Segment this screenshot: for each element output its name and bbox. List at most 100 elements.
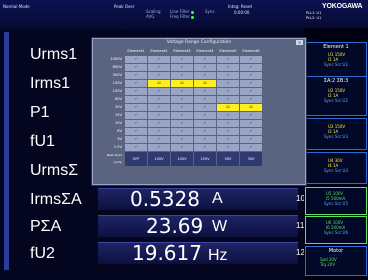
element4-box[interactable]: U4 30V I4 1A Sync Src:U4 bbox=[305, 152, 367, 184]
range-checkbox[interactable]: ✓ bbox=[171, 72, 193, 79]
element6-box[interactable]: U6 100V I6 500mA Sync Src:U6 bbox=[305, 216, 367, 244]
range-checkbox[interactable]: ✓ bbox=[171, 104, 193, 111]
range-checkbox[interactable]: ✓ bbox=[148, 136, 170, 143]
check-icon: ✓ bbox=[249, 57, 253, 61]
peak-over-jump-cell[interactable]: 150V bbox=[148, 152, 170, 166]
range-checkbox[interactable]: ✓ bbox=[125, 64, 147, 71]
range-checkbox[interactable]: ✓ bbox=[171, 64, 193, 71]
range-checkbox[interactable]: ✓ bbox=[240, 136, 262, 143]
motor-range-line: Trq 20V bbox=[320, 262, 336, 267]
range-checkbox[interactable]: ✓ bbox=[240, 112, 262, 119]
peak-over-jump-cell[interactable]: 30V bbox=[217, 152, 239, 166]
range-checkbox[interactable]: ✓ bbox=[217, 88, 239, 95]
range-checkbox[interactable]: ✓ bbox=[217, 144, 239, 151]
range-checkbox[interactable]: ✓ bbox=[194, 112, 216, 119]
range-checkbox[interactable]: ✓ bbox=[148, 144, 170, 151]
range-checkbox[interactable]: ✓ bbox=[217, 136, 239, 143]
range-checkbox[interactable]: ✓ bbox=[217, 64, 239, 71]
peak-over-jump-cell[interactable]: 30V bbox=[240, 152, 262, 166]
range-checkbox[interactable]: ✓ bbox=[171, 136, 193, 143]
range-checkbox[interactable]: ✓ bbox=[217, 56, 239, 63]
range-checkbox[interactable]: ✓ bbox=[125, 72, 147, 79]
motor-box[interactable]: Motor Spd 20V Trq 20V bbox=[305, 246, 367, 276]
range-checkbox[interactable]: ✓ bbox=[240, 88, 262, 95]
range-checkbox[interactable]: ✓ bbox=[125, 56, 147, 63]
range-checkbox[interactable]: ✓ bbox=[171, 96, 193, 103]
range-checkbox[interactable]: ✓ bbox=[240, 144, 262, 151]
range-checkbox[interactable]: ✓ bbox=[148, 104, 170, 111]
range-checkbox[interactable]: ✓ bbox=[148, 96, 170, 103]
range-checkbox[interactable]: ✓ bbox=[171, 112, 193, 119]
range-checkbox[interactable]: ✓ bbox=[125, 96, 147, 103]
checked-box-icon: ☑ bbox=[180, 81, 184, 85]
range-checkbox[interactable]: ✓ bbox=[125, 104, 147, 111]
dialog-title: Voltage Range Configuration bbox=[166, 40, 232, 45]
range-checkbox[interactable]: ✓ bbox=[240, 64, 262, 71]
range-checkbox[interactable]: ✓ bbox=[148, 88, 170, 95]
range-checkbox[interactable]: ✓ bbox=[194, 120, 216, 127]
range-checkbox[interactable]: ✓ bbox=[240, 96, 262, 103]
range-checkbox[interactable]: ✓ bbox=[194, 144, 216, 151]
range-checkbox[interactable]: ✓ bbox=[217, 80, 239, 87]
range-checkbox[interactable]: ✓ bbox=[240, 120, 262, 127]
range-checkbox[interactable]: ☑ bbox=[171, 80, 193, 87]
range-checkbox[interactable]: ✓ bbox=[240, 80, 262, 87]
range-checkbox[interactable]: ✓ bbox=[125, 136, 147, 143]
range-checkbox[interactable]: ✓ bbox=[148, 128, 170, 135]
range-checkbox[interactable]: ✓ bbox=[125, 112, 147, 119]
range-checkbox[interactable]: ✓ bbox=[194, 96, 216, 103]
range-label: 3V bbox=[117, 137, 122, 141]
range-checkbox[interactable]: ✓ bbox=[125, 144, 147, 151]
range-checkbox[interactable]: ✓ bbox=[125, 80, 147, 87]
range-checkbox[interactable]: ✓ bbox=[171, 88, 193, 95]
check-icon: ✓ bbox=[157, 89, 161, 93]
range-checkbox[interactable]: ✓ bbox=[194, 56, 216, 63]
check-icon: ✓ bbox=[134, 89, 138, 93]
range-checkbox[interactable]: ✓ bbox=[148, 112, 170, 119]
range-checkbox[interactable]: ✓ bbox=[125, 88, 147, 95]
peak-over-jump-cell[interactable]: 150V bbox=[194, 152, 216, 166]
range-checkbox[interactable]: ✓ bbox=[194, 136, 216, 143]
peak-over-jump-cell[interactable]: 150V bbox=[171, 152, 193, 166]
element2-box[interactable]: ΣA:2 ΣB:3 U2 150V I2 1A Sync Src:U2 bbox=[305, 76, 367, 116]
range-checkbox[interactable]: ☑ bbox=[217, 104, 239, 111]
element1-header: Element 1 bbox=[323, 44, 349, 50]
check-icon: ✓ bbox=[226, 97, 230, 101]
element5-box[interactable]: U5 100V I5 500mA Sync Src:U5 bbox=[305, 187, 367, 215]
range-checkbox[interactable]: ✓ bbox=[240, 56, 262, 63]
voltage-range-dialog: Voltage Range Configuration × Element1 E… bbox=[92, 38, 306, 185]
check-icon: ✓ bbox=[180, 129, 184, 133]
range-checkbox[interactable]: ✓ bbox=[194, 72, 216, 79]
range-checkbox[interactable]: ✓ bbox=[171, 128, 193, 135]
check-icon: ✓ bbox=[180, 121, 184, 125]
range-checkbox[interactable]: ✓ bbox=[194, 64, 216, 71]
range-checkbox[interactable]: ✓ bbox=[217, 120, 239, 127]
range-checkbox[interactable]: ✓ bbox=[194, 128, 216, 135]
range-checkbox[interactable]: ✓ bbox=[171, 56, 193, 63]
check-icon: ✓ bbox=[180, 97, 184, 101]
range-checkbox[interactable]: ✓ bbox=[217, 72, 239, 79]
range-checkbox[interactable]: ☑ bbox=[148, 80, 170, 87]
range-checkbox[interactable]: ✓ bbox=[125, 128, 147, 135]
range-checkbox[interactable]: ✓ bbox=[148, 120, 170, 127]
range-checkbox[interactable]: ☑ bbox=[240, 104, 262, 111]
range-checkbox[interactable]: ✓ bbox=[148, 56, 170, 63]
range-checkbox[interactable]: ✓ bbox=[148, 64, 170, 71]
range-checkbox[interactable]: ✓ bbox=[240, 128, 262, 135]
range-checkbox[interactable]: ☑ bbox=[194, 80, 216, 87]
range-checkbox[interactable]: ✓ bbox=[217, 96, 239, 103]
range-checkbox[interactable]: ✓ bbox=[217, 128, 239, 135]
peak-over-jump-cell[interactable]: OFF bbox=[125, 152, 147, 166]
range-checkbox[interactable]: ✓ bbox=[171, 120, 193, 127]
range-checkbox[interactable]: ✓ bbox=[240, 72, 262, 79]
range-checkbox[interactable]: ✓ bbox=[171, 144, 193, 151]
range-checkbox[interactable]: ✓ bbox=[194, 104, 216, 111]
check-icon: ✓ bbox=[157, 57, 161, 61]
element3-box[interactable]: U3 150V I3 1A Sync Src:U3 bbox=[305, 118, 367, 150]
close-icon[interactable]: × bbox=[296, 40, 303, 45]
range-checkbox[interactable]: ✓ bbox=[194, 88, 216, 95]
range-label: 6V bbox=[117, 129, 122, 133]
range-checkbox[interactable]: ✓ bbox=[217, 112, 239, 119]
range-checkbox[interactable]: ✓ bbox=[125, 120, 147, 127]
range-checkbox[interactable]: ✓ bbox=[148, 72, 170, 79]
